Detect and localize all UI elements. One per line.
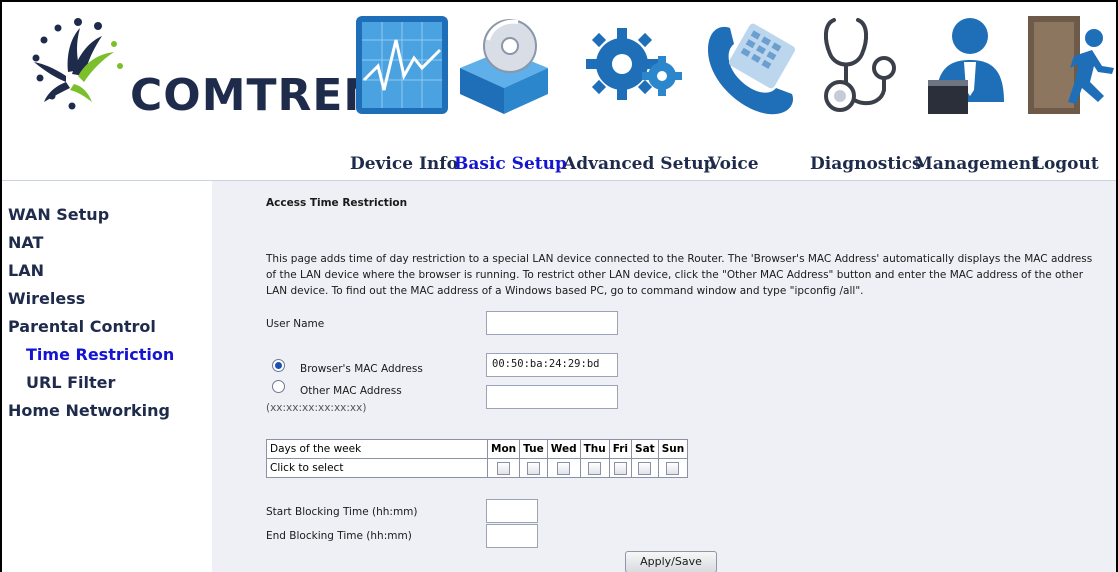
end-blocking-input[interactable]	[486, 524, 538, 548]
sidebar-item-url-filter[interactable]: URL Filter	[26, 373, 115, 392]
logout-icon[interactable]	[1024, 10, 1118, 120]
day-mon-checkbox[interactable]	[497, 461, 511, 475]
nav-diagnostics[interactable]: Diagnostics	[810, 154, 922, 174]
page-title: Access Time Restriction	[266, 197, 408, 209]
other-mac-label: Other MAC Address	[300, 385, 402, 397]
nav-logout[interactable]: Logout	[1032, 154, 1099, 174]
other-mac-format-hint: (xx:xx:xx:xx:xx:xx)	[266, 402, 367, 414]
day-wed-header: Wed	[546, 439, 581, 459]
sidebar-item-time-restriction[interactable]: Time Restriction	[26, 345, 174, 364]
sidebar-item-wireless[interactable]: Wireless	[8, 289, 85, 308]
advanced-setup-icon[interactable]	[584, 10, 684, 120]
day-mon-header: Mon	[486, 439, 521, 459]
days-of-week-table: Days of the week Mon Tue Wed Thu Fri Sat…	[266, 439, 689, 478]
comtrend-logo: COMTREND	[22, 12, 418, 122]
days-header-row: Days of the week Mon Tue Wed Thu Fri Sat…	[266, 439, 689, 459]
nav-device-info[interactable]: Device Info	[350, 154, 458, 174]
voice-icon[interactable]	[700, 10, 800, 120]
start-blocking-label: Start Blocking Time (hh:mm)	[266, 506, 418, 518]
diagnostics-icon[interactable]	[810, 10, 910, 120]
sidebar-item-nat[interactable]: NAT	[8, 233, 43, 252]
nav-advanced-setup[interactable]: Advanced Setup	[563, 154, 716, 174]
day-sat-checkbox[interactable]	[638, 461, 652, 475]
header: COMTREND Device Info Basic Setup Advance…	[2, 2, 1116, 180]
day-thu-header: Thu	[579, 439, 610, 459]
day-tue-checkbox[interactable]	[526, 461, 540, 475]
management-icon[interactable]	[918, 10, 1018, 120]
browser-mac-label: Browser's MAC Address	[300, 363, 423, 375]
days-header-label: Days of the week	[266, 439, 488, 459]
day-sat-header: Sat	[631, 439, 659, 459]
basic-setup-icon[interactable]	[454, 10, 554, 120]
day-wed-checkbox[interactable]	[557, 461, 571, 475]
other-mac-radio[interactable]	[272, 380, 285, 393]
end-blocking-label: End Blocking Time (hh:mm)	[266, 530, 412, 542]
browser-mac-radio[interactable]	[272, 359, 285, 372]
apply-save-button[interactable]: Apply/Save	[625, 551, 717, 572]
day-fri-header: Fri	[608, 439, 633, 459]
day-sun-checkbox[interactable]	[666, 461, 680, 475]
click-to-select-label: Click to select	[266, 458, 488, 478]
sidebar-item-parental-control[interactable]: Parental Control	[8, 317, 156, 336]
user-name-input[interactable]	[486, 311, 618, 335]
main-content: Access Time Restriction This page adds t…	[212, 181, 1116, 572]
sidebar-item-lan[interactable]: LAN	[8, 261, 44, 280]
nav-voice[interactable]: Voice	[708, 154, 759, 174]
day-sun-header: Sun	[657, 439, 689, 459]
day-tue-header: Tue	[519, 439, 548, 459]
device-info-icon[interactable]	[352, 10, 452, 120]
sidebar-item-wan-setup[interactable]: WAN Setup	[8, 205, 109, 224]
sidebar-item-home-networking[interactable]: Home Networking	[8, 401, 170, 420]
nav-basic-setup[interactable]: Basic Setup	[454, 154, 567, 174]
sidebar: WAN Setup NAT LAN Wireless Parental Cont…	[2, 181, 212, 572]
other-mac-input[interactable]	[486, 385, 618, 409]
days-checkbox-row: Click to select	[266, 458, 689, 478]
comtrend-sunburst-icon	[32, 18, 123, 110]
day-thu-checkbox[interactable]	[588, 461, 602, 475]
page-description: This page adds time of day restriction t…	[266, 253, 1093, 297]
user-name-label: User Name	[266, 318, 325, 330]
browser-mac-input[interactable]: 00:50:ba:24:29:bd	[486, 353, 618, 377]
nav-management[interactable]: Management	[914, 154, 1039, 174]
start-blocking-input[interactable]	[486, 499, 538, 523]
day-fri-checkbox[interactable]	[613, 461, 627, 475]
